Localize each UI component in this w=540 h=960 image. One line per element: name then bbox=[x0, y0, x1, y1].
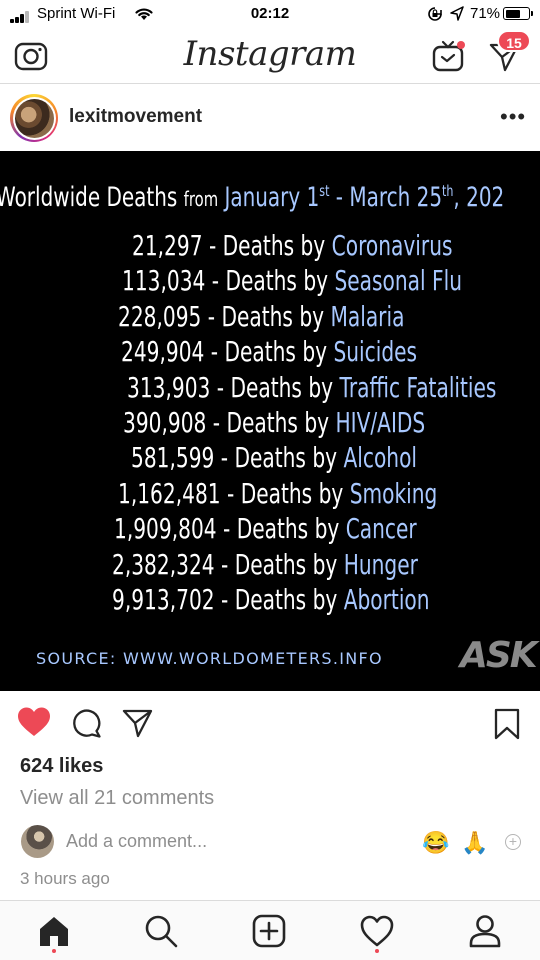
death-stat-row: 2,382,324 - Deaths by Hunger bbox=[0, 548, 540, 583]
view-comments-link[interactable]: View all 21 comments bbox=[20, 787, 214, 810]
post-header: lexitmovement ••• bbox=[0, 85, 540, 150]
death-count: 1,909,804 bbox=[114, 512, 217, 546]
avatar[interactable] bbox=[10, 94, 58, 142]
home-icon[interactable] bbox=[36, 913, 72, 949]
death-separator: - Deaths by bbox=[206, 405, 336, 439]
death-stat-row: 1,909,804 - Deaths by Cancer bbox=[0, 512, 540, 547]
death-cause: Traffic Fatalities bbox=[339, 370, 497, 404]
death-count: 113,034 bbox=[122, 264, 206, 298]
death-cause: Hunger bbox=[343, 547, 418, 581]
add-emoji-icon[interactable]: + bbox=[505, 834, 521, 850]
post-timestamp: 3 hours ago bbox=[20, 869, 110, 888]
add-comment-row: Add a comment... 😂 🙏 + bbox=[0, 820, 540, 864]
death-cause: Abortion bbox=[343, 582, 430, 616]
death-stat-row: 113,034 - Deaths by Seasonal Flu bbox=[0, 264, 540, 299]
death-separator: - Deaths by bbox=[214, 441, 344, 475]
death-count: 2,382,324 bbox=[112, 547, 215, 581]
death-cause: Seasonal Flu bbox=[334, 264, 462, 298]
death-count: 581,599 bbox=[131, 441, 215, 475]
death-count: 9,913,702 bbox=[112, 582, 215, 616]
dm-badge: 15 bbox=[497, 30, 531, 52]
death-separator: - Deaths by bbox=[202, 229, 332, 262]
comment-icon[interactable] bbox=[72, 708, 102, 738]
post-action-bar bbox=[0, 692, 540, 754]
death-count: 249,904 bbox=[121, 335, 205, 369]
death-cause: Coronavirus bbox=[331, 229, 453, 262]
death-separator: - Deaths by bbox=[214, 582, 344, 616]
app-header: Instagram 15 bbox=[0, 30, 540, 84]
new-post-icon[interactable] bbox=[251, 913, 287, 949]
death-separator: - Deaths by bbox=[220, 476, 350, 510]
heart-filled-icon[interactable] bbox=[16, 706, 52, 738]
quick-emoji-laugh[interactable]: 😂 bbox=[422, 830, 449, 856]
battery-percentage: 71% bbox=[470, 5, 501, 22]
bottom-nav bbox=[0, 900, 540, 960]
death-stat-row: 21,297 - Deaths by Coronavirus bbox=[0, 229, 540, 264]
add-comment-input[interactable]: Add a comment... bbox=[66, 831, 207, 852]
activity-notification-dot bbox=[375, 949, 379, 953]
death-count: 21,297 bbox=[132, 229, 203, 262]
death-cause: Suicides bbox=[333, 335, 418, 369]
profile-icon[interactable] bbox=[467, 913, 503, 949]
share-icon[interactable] bbox=[122, 708, 154, 738]
bookmark-icon[interactable] bbox=[494, 708, 520, 740]
death-separator: - Deaths by bbox=[201, 299, 331, 333]
death-cause: Cancer bbox=[345, 512, 417, 546]
avatar-image bbox=[14, 98, 54, 138]
status-bar: Sprint Wi-Fi 02:12 71% bbox=[0, 0, 540, 30]
location-arrow-icon bbox=[450, 6, 464, 21]
death-cause: Alcohol bbox=[343, 441, 418, 475]
activity-icon[interactable] bbox=[359, 913, 395, 949]
watermark-logo: ASK bbox=[460, 635, 538, 676]
death-stat-row: 1,162,481 - Deaths by Smoking bbox=[0, 477, 540, 512]
death-separator: - Deaths by bbox=[205, 264, 335, 298]
death-count: 228,095 bbox=[118, 299, 202, 333]
death-separator: - Deaths by bbox=[204, 335, 334, 369]
like-count[interactable]: 624 likes bbox=[20, 755, 103, 778]
death-stat-row: 9,913,702 - Deaths by Abortion bbox=[0, 583, 540, 618]
quick-emoji-pray[interactable]: 🙏 bbox=[461, 830, 488, 856]
image-source: SOURCE: WWW.WORLDOMETERS.INFO bbox=[36, 649, 383, 668]
search-icon[interactable] bbox=[143, 913, 179, 949]
death-list: 21,297 - Deaths by Coronavirus 113,034 - … bbox=[0, 229, 540, 618]
death-count: 313,903 bbox=[127, 370, 211, 404]
orientation-lock-icon bbox=[428, 7, 442, 21]
death-stat-row: 390,908 - Deaths by HIV/AIDS bbox=[0, 406, 540, 441]
death-stat-row: 581,599 - Deaths by Alcohol bbox=[0, 441, 540, 476]
post-username[interactable]: lexitmovement bbox=[69, 106, 202, 128]
home-active-dot bbox=[52, 949, 56, 953]
death-cause: Smoking bbox=[349, 476, 438, 510]
death-stat-row: 249,904 - Deaths by Suicides bbox=[0, 335, 540, 370]
death-separator: - Deaths by bbox=[210, 370, 340, 404]
my-avatar bbox=[21, 825, 54, 858]
death-separator: - Deaths by bbox=[216, 512, 346, 546]
post-image[interactable]: Worldwide Deaths from January 1st - Marc… bbox=[0, 151, 540, 691]
igtv-icon[interactable] bbox=[431, 39, 467, 73]
death-stat-row: 228,095 - Deaths by Malaria bbox=[0, 300, 540, 335]
image-title: Worldwide Deaths from January 1st - Marc… bbox=[0, 182, 505, 213]
battery-icon bbox=[503, 7, 533, 20]
death-stat-row: 313,903 - Deaths by Traffic Fatalities bbox=[0, 371, 540, 406]
death-count: 1,162,481 bbox=[118, 476, 221, 510]
death-count: 390,908 bbox=[123, 405, 207, 439]
death-cause: HIV/AIDS bbox=[335, 405, 426, 439]
death-cause: Malaria bbox=[330, 299, 405, 333]
more-options-icon[interactable]: ••• bbox=[500, 106, 526, 128]
death-separator: - Deaths by bbox=[214, 547, 344, 581]
